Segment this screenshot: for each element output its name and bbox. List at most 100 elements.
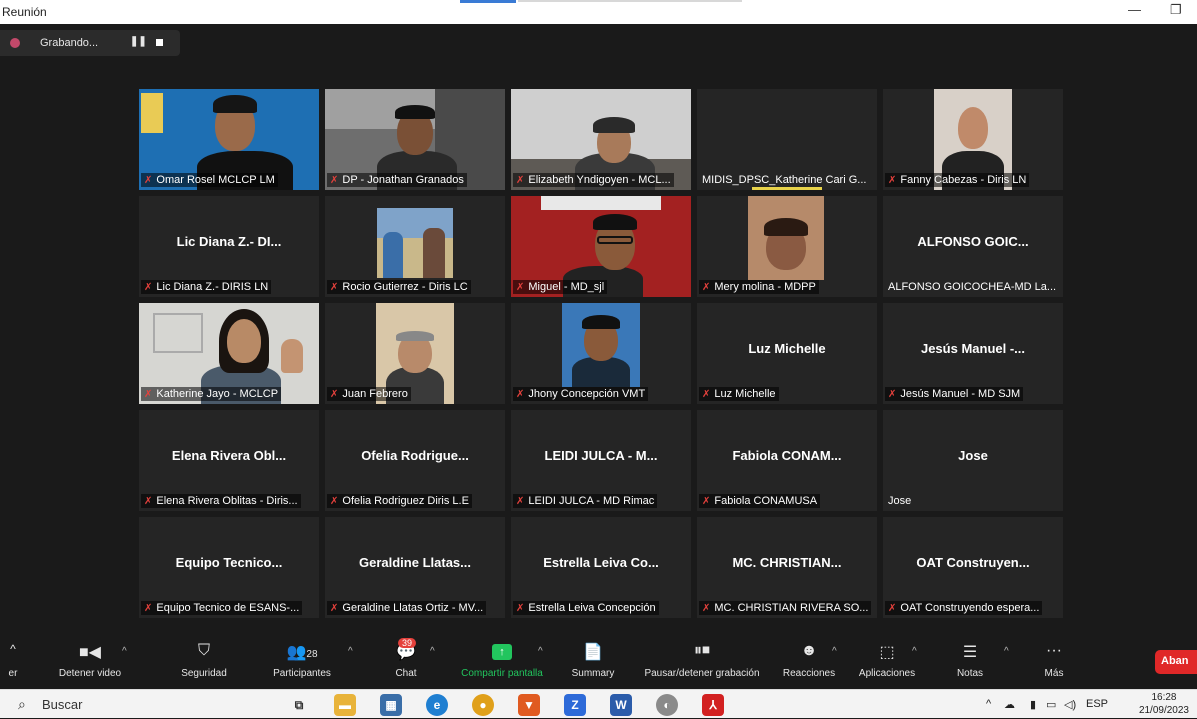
participant-tile[interactable]: Estrella Leiva Co... ✗ Estrella Leiva Con…	[511, 517, 691, 618]
participant-tile[interactable]: ✗ Rocio Gutierrez - Diris LC	[325, 196, 505, 297]
pause-stop-recording-button[interactable]: ⏸⏹ Pausar/detener grabación	[634, 638, 770, 688]
chevron-up-icon[interactable]: ^	[122, 646, 127, 657]
participant-name: ✗ Geraldine Llatas Ortiz - MV...	[327, 601, 487, 615]
search-input[interactable]: Buscar	[42, 697, 82, 712]
participant-name: ✗ Elizabeth Yndigoyen - MCL...	[513, 173, 674, 187]
participant-tile[interactable]: ✗ Mery molina - MDPP	[697, 196, 877, 297]
mic-muted-icon: ✗	[888, 389, 897, 400]
mic-muted-icon: ✗	[144, 603, 153, 614]
participant-name: ✗ OAT Construyendo espera...	[885, 601, 1043, 615]
reactions-button[interactable]: ☻ ^ Reacciones	[780, 638, 838, 688]
minimize-icon[interactable]: —	[1128, 2, 1141, 17]
participant-name-text: Jhony Concepción VMT	[528, 388, 646, 400]
edge-icon[interactable]: e	[426, 694, 448, 716]
stop-video-button[interactable]: ■◀ ^ Detener video	[48, 638, 132, 688]
participant-name: ✗ Omar Rosel MCLCP LM	[141, 173, 278, 187]
battery-icon[interactable]: ▮	[1030, 698, 1036, 711]
participant-tile[interactable]: Elena Rivera Obl... ✗ Elena Rivera Oblita…	[139, 410, 319, 511]
participant-tile[interactable]: ✗ Fanny Cabezas - Diris LN	[883, 89, 1063, 190]
chevron-up-icon[interactable]: ^	[348, 646, 353, 657]
participant-name: ✗ Katherine Jayo - MCLCP	[141, 387, 282, 401]
share-menu[interactable]: ^	[536, 638, 550, 688]
participant-display-name: Luz Michelle	[748, 341, 826, 356]
participant-tile[interactable]: ALFONSO GOIC... ALFONSO GOICOCHEA-MD La.…	[883, 196, 1063, 297]
participants-count: 28	[306, 649, 318, 660]
task-view-icon[interactable]: ⧉	[288, 694, 310, 716]
more-button[interactable]: ··· Más	[1034, 638, 1074, 688]
mic-muted-icon: ✗	[516, 282, 525, 293]
brave-icon[interactable]: ▼	[518, 694, 540, 716]
participant-tile[interactable]: MC. CHRISTIAN... ✗ MC. CHRISTIAN RIVERA S…	[697, 517, 877, 618]
mic-muted-icon: ✗	[330, 389, 339, 400]
participant-name: ✗ Miguel - MD_sjl	[513, 280, 608, 294]
apps-button[interactable]: ⬚ ^ Aplicaciones	[852, 638, 922, 688]
participant-tile[interactable]: ✗ Miguel - MD_sjl	[511, 196, 691, 297]
participant-tile[interactable]: ✗ Elizabeth Yndigoyen - MCL...	[511, 89, 691, 190]
chevron-up-icon[interactable]: ^	[1004, 646, 1009, 657]
notes-button[interactable]: ☰ ^ Notas	[948, 638, 1009, 688]
participant-tile[interactable]: ✗ Katherine Jayo - MCLCP	[139, 303, 319, 404]
participant-tile[interactable]: ✗ Juan Febrero	[325, 303, 505, 404]
participant-tile[interactable]: Luz Michelle ✗ Luz Michelle	[697, 303, 877, 404]
participant-tile[interactable]: ✗ DP - Jonathan Granados	[325, 89, 505, 190]
participant-tile[interactable]: Lic Diana Z.- DI... ✗ Lic Diana Z.- DIRIS…	[139, 196, 319, 297]
end-meeting-button[interactable]: Aban	[1155, 650, 1197, 674]
participant-name: ✗ Luz Michelle	[699, 387, 779, 401]
participant-tile[interactable]: Fabiola CONAM... ✗ Fabiola CONAMUSA	[697, 410, 877, 511]
participant-tile[interactable]: ✗ Omar Rosel MCLCP LM	[139, 89, 319, 190]
chevron-up-icon[interactable]: ^	[986, 698, 991, 710]
participant-name-text: Jesús Manuel - MD SJM	[900, 388, 1021, 400]
participant-tile[interactable]: Jose Jose	[883, 410, 1063, 511]
chevron-up-icon[interactable]: ^	[912, 646, 917, 657]
participants-menu[interactable]: ^	[346, 638, 360, 688]
word-icon[interactable]: W	[610, 694, 632, 716]
language-indicator[interactable]: ESP	[1086, 698, 1108, 710]
chevron-up-icon[interactable]: ^	[430, 646, 435, 657]
mic-muted-icon: ✗	[516, 175, 525, 186]
mic-muted-icon: ✗	[888, 603, 897, 614]
chevron-up-icon[interactable]: ^	[832, 646, 837, 657]
volume-icon[interactable]: ◁)	[1064, 698, 1076, 711]
participant-tile[interactable]: Ofelia Rodrigue... ✗ Ofelia Rodriguez Dir…	[325, 410, 505, 511]
participant-name: ✗ Mery molina - MDPP	[699, 280, 819, 294]
chevron-up-icon[interactable]: ^	[0, 638, 26, 662]
participant-tile[interactable]: MIDIS_DPSC_Katherine Cari G...	[697, 89, 877, 190]
participant-tile[interactable]: LEIDI JULCA - M... ✗ LEIDI JULCA - MD Rim…	[511, 410, 691, 511]
participant-tile[interactable]: OAT Construyen... ✗ OAT Construyendo espe…	[883, 517, 1063, 618]
chrome-icon[interactable]: ●	[472, 694, 494, 716]
chevron-up-icon[interactable]: ^	[538, 646, 543, 657]
participant-tile[interactable]: Jesús Manuel -... ✗ Jesús Manuel - MD SJM	[883, 303, 1063, 404]
pdf-reader-icon[interactable]: ⅄	[702, 694, 724, 716]
participants-label: Participantes	[273, 668, 331, 679]
app-icon[interactable]: ◐	[656, 694, 678, 716]
summary-button[interactable]: 📄 Summary	[564, 638, 622, 688]
participant-tile[interactable]: ✗ Jhony Concepción VMT	[511, 303, 691, 404]
calculator-icon[interactable]: ▦	[380, 694, 402, 716]
participant-display-name: Fabiola CONAM...	[732, 448, 842, 463]
participant-display-name: Lic Diana Z.- DI...	[176, 234, 282, 249]
search-icon: ⌕	[18, 696, 26, 712]
reactions-label: Reacciones	[782, 668, 836, 679]
mic-muted-icon: ✗	[144, 282, 153, 293]
audio-button[interactable]: ^ er	[0, 638, 26, 688]
participant-display-name: Jose	[958, 448, 988, 463]
stop-recording-icon[interactable]	[156, 39, 163, 46]
file-explorer-icon[interactable]: ▬	[334, 694, 356, 716]
participant-tile[interactable]: Equipo Tecnico... ✗ Equipo Tecnico de ESA…	[139, 517, 319, 618]
participant-name: ✗ Elena Rivera Oblitas - Diris...	[141, 494, 301, 508]
zoom-icon[interactable]: Z	[564, 694, 586, 716]
onedrive-icon[interactable]: ☁	[1004, 698, 1015, 711]
pause-recording-icon[interactable]: ❚❚	[130, 36, 147, 47]
participant-name-text: Mery molina - MDPP	[714, 281, 816, 293]
security-button[interactable]: ⛉ Seguridad	[172, 638, 236, 688]
network-icon[interactable]: ▭	[1046, 698, 1056, 711]
taskbar-clock[interactable]: 16:28 21/09/2023	[1139, 691, 1189, 717]
pause-stop-recording-icon: ⏸⏹	[693, 642, 710, 659]
maximize-icon[interactable]: ❐	[1170, 2, 1182, 18]
participants-button[interactable]: 👥28 Participantes	[264, 638, 340, 688]
audio-label: er	[8, 668, 18, 679]
taskbar-search[interactable]: ⌕ Buscar	[0, 690, 270, 719]
participant-display-name: Elena Rivera Obl...	[171, 448, 287, 463]
chat-button[interactable]: 💬 39 ^ Chat	[384, 638, 435, 688]
participant-tile[interactable]: Geraldine Llatas... ✗ Geraldine Llatas Or…	[325, 517, 505, 618]
